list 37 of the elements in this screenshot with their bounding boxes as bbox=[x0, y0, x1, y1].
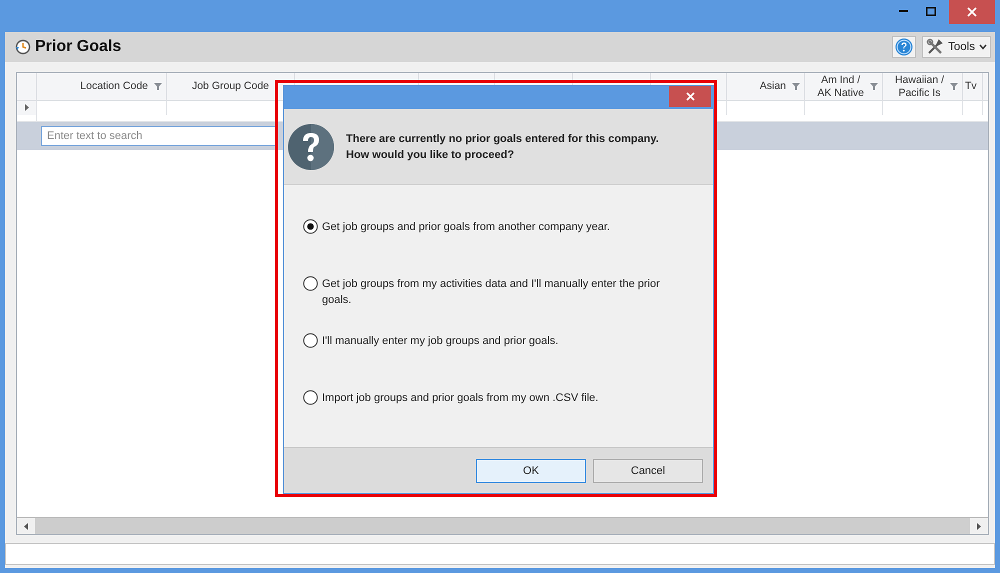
scroll-left-icon[interactable] bbox=[24, 522, 28, 530]
page-title: Prior Goals bbox=[35, 38, 122, 56]
close-button[interactable] bbox=[949, 0, 995, 24]
filter-icon[interactable] bbox=[792, 83, 800, 90]
chevron-down-icon bbox=[979, 44, 987, 50]
scroll-right-icon[interactable] bbox=[977, 522, 981, 530]
tools-button[interactable]: Tools bbox=[922, 36, 991, 58]
column-header[interactable]: Am Ind / AK Native bbox=[817, 74, 864, 100]
radio-button[interactable] bbox=[303, 333, 318, 348]
filter-icon[interactable] bbox=[950, 83, 958, 90]
question-icon bbox=[288, 124, 334, 170]
column-header[interactable]: Location Code bbox=[80, 80, 148, 93]
close-icon[interactable] bbox=[686, 92, 694, 101]
radio-option[interactable]: Get job groups from my activities data and I'll manually enter the prior goals. bbox=[303, 276, 697, 333]
radio-option[interactable]: Import job groups and prior goals from my own .CSV file. bbox=[303, 390, 697, 447]
minimize-icon[interactable] bbox=[898, 10, 908, 12]
tools-icon bbox=[926, 38, 944, 56]
row-pointer-icon bbox=[24, 104, 28, 112]
filter-icon[interactable] bbox=[870, 83, 878, 90]
maximize-icon[interactable] bbox=[926, 6, 936, 16]
clock-icon bbox=[15, 39, 31, 55]
close-button[interactable] bbox=[669, 86, 711, 107]
close-icon[interactable] bbox=[967, 7, 977, 17]
dialog-message: There are currently no prior goals entered for this company. How would you like to proceed? bbox=[346, 132, 659, 162]
column-header[interactable]: Job Group Code bbox=[192, 80, 270, 93]
radio-button[interactable] bbox=[303, 219, 318, 234]
radio-button[interactable] bbox=[303, 390, 318, 405]
column-header[interactable]: Hawaiian / Pacific Is bbox=[894, 74, 944, 100]
radio-option[interactable]: I'll manually enter my job groups and prior goals. bbox=[303, 333, 697, 390]
filter-icon[interactable] bbox=[154, 83, 162, 90]
radio-option[interactable]: Get job groups and prior goals from another company year. bbox=[303, 219, 697, 276]
column-header[interactable]: Asian bbox=[760, 80, 786, 93]
search-field[interactable]: Enter text to search bbox=[41, 126, 277, 146]
radio-button[interactable] bbox=[303, 276, 318, 291]
ok-button[interactable]: OK bbox=[476, 458, 586, 482]
column-header[interactable]: Tv bbox=[965, 80, 977, 93]
cancel-button[interactable]: Cancel bbox=[593, 458, 703, 482]
